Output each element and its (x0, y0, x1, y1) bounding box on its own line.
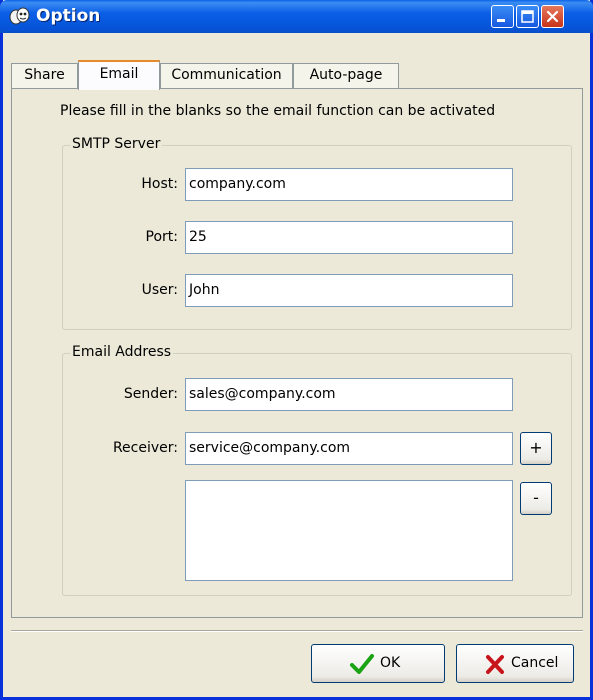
receiver-list[interactable] (185, 480, 513, 581)
sender-label: Sender: (123, 386, 178, 402)
cross-icon (486, 655, 504, 674)
tab-email[interactable]: Email (78, 60, 160, 90)
close-icon (546, 10, 559, 23)
receiver-label: Receiver: (112, 440, 178, 456)
tab-share[interactable]: Share (11, 63, 78, 88)
title-bar[interactable]: Option (0, 0, 593, 33)
receiver-input[interactable]: service@company.com (185, 432, 513, 465)
remove-receiver-button[interactable]: - (520, 482, 552, 515)
app-icon (9, 7, 30, 25)
tab-communication[interactable]: Communication (160, 63, 293, 88)
minimize-button[interactable] (491, 5, 514, 28)
tab-auto-page[interactable]: Auto-page (293, 63, 399, 88)
ok-button[interactable]: OK (311, 644, 445, 683)
ok-button-label: OK (380, 655, 401, 671)
maximize-icon (521, 10, 534, 23)
port-label: Port: (145, 229, 178, 245)
add-receiver-button[interactable]: + (520, 432, 552, 465)
instruction-text: Please fill in the blanks so the email f… (60, 103, 496, 119)
cancel-button-label: Cancel (511, 655, 559, 671)
host-label: Host: (141, 176, 178, 192)
user-label: User: (141, 282, 178, 298)
sender-input[interactable]: sales@company.com (185, 378, 513, 411)
footer-divider (11, 630, 583, 632)
host-input[interactable]: company.com (185, 168, 513, 201)
cancel-button[interactable]: Cancel (456, 644, 574, 683)
user-input[interactable]: John (185, 274, 513, 307)
checkmark-icon (350, 654, 374, 674)
window-title: Option (36, 6, 101, 26)
port-input[interactable]: 25 (185, 221, 513, 254)
smtp-server-group-title: SMTP Server (70, 136, 163, 152)
close-button[interactable] (541, 5, 564, 28)
minimize-icon (497, 19, 505, 22)
option-dialog: Option Share Email Communication Auto-pa… (0, 0, 593, 700)
email-address-group-title: Email Address (70, 344, 174, 360)
maximize-button[interactable] (516, 5, 539, 28)
